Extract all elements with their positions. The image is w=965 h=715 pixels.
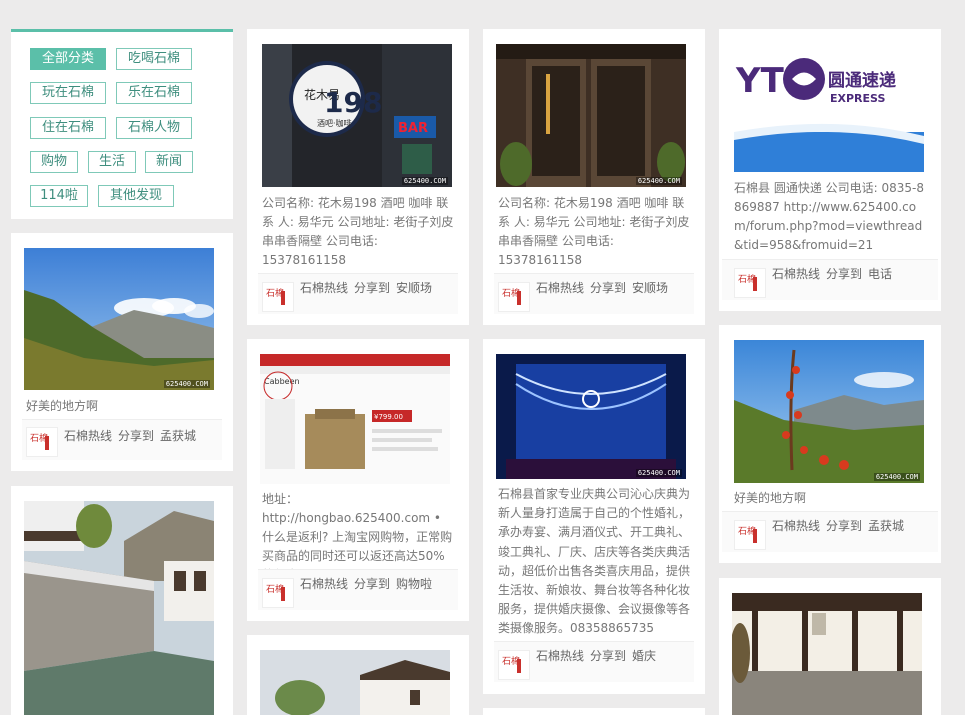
post-card[interactable]: 625400.COM 好美的地方啊 石棉 石棉热线 分享到 孟获城 bbox=[11, 233, 233, 471]
sign-number-text: 198 bbox=[324, 86, 382, 119]
poster-name[interactable]: 石棉热线 bbox=[300, 577, 348, 591]
poster-name[interactable]: 石棉热线 bbox=[536, 281, 584, 295]
post-photo[interactable]: 花木易 198 酒吧·咖啡 BAR 625400.COM bbox=[262, 44, 452, 187]
avatar[interactable]: 石棉 bbox=[498, 650, 530, 680]
post-meta: 石棉热线 分享到 购物啦 bbox=[300, 576, 438, 592]
post-footer: 石棉 石棉热线 分享到 购物啦 bbox=[258, 569, 458, 610]
post-photo[interactable] bbox=[260, 650, 450, 715]
post-photo[interactable]: 625400.COM bbox=[24, 248, 214, 390]
post-meta: 石棉热线 分享到 孟获城 bbox=[64, 428, 202, 444]
post-meta: 石棉热线 分享到 安顺场 bbox=[536, 280, 674, 296]
post-photo[interactable]: Cabbeen ¥799.00 bbox=[260, 354, 450, 484]
tag-all[interactable]: 全部分类 bbox=[30, 48, 106, 70]
watermark: 625400.COM bbox=[635, 469, 682, 477]
share-label: 分享到 bbox=[354, 281, 391, 295]
post-photo[interactable]: 625400.COM bbox=[496, 354, 686, 479]
post-footer: 石棉 石棉热线 分享到 孟获城 bbox=[722, 511, 938, 552]
shop-price-text: ¥799.00 bbox=[374, 413, 403, 421]
poster-name[interactable]: 石棉热线 bbox=[536, 649, 584, 663]
post-photo[interactable]: 625400.COM bbox=[734, 340, 924, 483]
post-meta: 石棉热线 分享到 婚庆 bbox=[536, 648, 662, 664]
share-target[interactable]: 婚庆 bbox=[632, 649, 656, 663]
share-target[interactable]: 安顺场 bbox=[396, 281, 432, 295]
post-card[interactable]: 625400.COM 石棉县首家专业庆典公司沁心庆典为新人量身打造属于自己的个性… bbox=[483, 339, 705, 694]
post-caption: 石棉县首家专业庆典公司沁心庆典为新人量身打造属于自己的个性婚礼，承办寿宴、满月酒… bbox=[498, 487, 691, 636]
poster-name[interactable]: 石棉热线 bbox=[300, 281, 348, 295]
post-caption: 公司名称: 花木易198 酒吧 咖啡 联系 人: 易华元 公司地址: 老街子刘皮… bbox=[262, 196, 454, 267]
tag-eat-drink[interactable]: 吃喝石棉 bbox=[116, 48, 192, 70]
tag-fun[interactable]: 乐在石棉 bbox=[116, 82, 192, 104]
watermark: 625400.COM bbox=[635, 177, 682, 185]
watermark: 625400.COM bbox=[401, 177, 448, 185]
share-label: 分享到 bbox=[590, 649, 627, 663]
post-photo[interactable]: 625400.COM bbox=[496, 44, 686, 187]
share-label: 分享到 bbox=[354, 577, 391, 591]
bar-sign-text: BAR bbox=[398, 121, 428, 136]
post-meta: 石棉热线 分享到 电话 bbox=[772, 266, 898, 282]
share-target[interactable]: 安顺场 bbox=[632, 281, 668, 295]
post-card[interactable] bbox=[719, 578, 941, 715]
share-target[interactable]: 孟获城 bbox=[160, 429, 196, 443]
post-photo[interactable] bbox=[24, 501, 214, 715]
post-footer: 石棉 石棉热线 分享到 电话 bbox=[722, 259, 938, 300]
tag-other[interactable]: 其他发现 bbox=[98, 185, 174, 207]
post-caption: 公司名称: 花木易198 酒吧 咖啡 联系 人: 易华元 公司地址: 老街子刘皮… bbox=[498, 196, 690, 267]
share-label: 分享到 bbox=[590, 281, 627, 295]
post-card[interactable]: Cabbeen ¥799.00 地址：http://hongbao.625400… bbox=[247, 339, 469, 621]
watermark: 625400.COM bbox=[873, 473, 920, 481]
shop-brand-text: Cabbeen bbox=[264, 377, 300, 386]
post-caption: 好美的地方啊 bbox=[26, 399, 99, 413]
share-label: 分享到 bbox=[826, 519, 863, 533]
share-target[interactable]: 孟获城 bbox=[868, 519, 904, 533]
post-card[interactable]: 625400.COM 好美的地方啊 石棉 石棉热线 分享到 孟获城 bbox=[719, 325, 941, 563]
watermark: 625400.COM bbox=[163, 380, 210, 388]
tag-shopping[interactable]: 购物 bbox=[30, 151, 78, 173]
logo-cn-text: 圆通速递 bbox=[828, 70, 896, 91]
poster-name[interactable]: 石棉热线 bbox=[772, 267, 820, 281]
sign-sub-text: 酒吧·咖啡 bbox=[317, 118, 352, 128]
tag-play[interactable]: 玩在石棉 bbox=[30, 82, 106, 104]
post-card[interactable]: YT 圆通速递 EXPRESS 石棉县 圆通快递 公司电话: 0835-8869… bbox=[719, 29, 941, 311]
logo-brand-text: YT bbox=[735, 61, 785, 101]
share-label: 分享到 bbox=[118, 429, 155, 443]
tag-stay[interactable]: 住在石棉 bbox=[30, 117, 106, 139]
post-photo[interactable] bbox=[732, 593, 922, 715]
avatar[interactable]: 石棉 bbox=[498, 282, 530, 312]
tag-news[interactable]: 新闻 bbox=[145, 151, 193, 173]
post-card[interactable] bbox=[11, 486, 233, 715]
post-card[interactable] bbox=[483, 708, 705, 715]
post-photo[interactable]: YT 圆通速递 EXPRESS bbox=[734, 44, 924, 172]
poster-name[interactable]: 石棉热线 bbox=[772, 519, 820, 533]
avatar[interactable]: 石棉 bbox=[262, 282, 294, 312]
share-label: 分享到 bbox=[826, 267, 863, 281]
post-caption: 好美的地方啊 bbox=[734, 491, 807, 505]
tag-114[interactable]: 114啦 bbox=[30, 185, 88, 207]
tag-life[interactable]: 生活 bbox=[88, 151, 136, 173]
post-footer: 石棉 石棉热线 分享到 安顺场 bbox=[258, 273, 458, 314]
post-footer: 石棉 石棉热线 分享到 安顺场 bbox=[494, 273, 694, 314]
post-footer: 石棉 石棉热线 分享到 孟获城 bbox=[22, 419, 222, 460]
post-footer: 石棉 石棉热线 分享到 婚庆 bbox=[494, 641, 694, 682]
avatar[interactable]: 石棉 bbox=[26, 427, 58, 457]
avatar[interactable]: 石棉 bbox=[262, 578, 294, 608]
post-caption: 石棉县 圆通快递 公司电话: 0835-8869887 http://www.6… bbox=[734, 181, 924, 252]
post-meta: 石棉热线 分享到 安顺场 bbox=[300, 280, 438, 296]
poster-name[interactable]: 石棉热线 bbox=[64, 429, 112, 443]
logo-en-text: EXPRESS bbox=[830, 92, 885, 105]
avatar[interactable]: 石棉 bbox=[734, 520, 766, 550]
post-card[interactable]: 625400.COM 公司名称: 花木易198 酒吧 咖啡 联系 人: 易华元 … bbox=[483, 29, 705, 325]
post-card[interactable]: 花木易 198 酒吧·咖啡 BAR 625400.COM 公司名称: 花木易19… bbox=[247, 29, 469, 325]
post-card[interactable] bbox=[247, 635, 469, 715]
share-target[interactable]: 电话 bbox=[868, 267, 892, 281]
category-tags-panel: 全部分类 吃喝石棉 玩在石棉 乐在石棉 住在石棉 石棉人物 购物 生活 新闻 1… bbox=[11, 29, 233, 219]
share-target[interactable]: 购物啦 bbox=[396, 577, 432, 591]
avatar[interactable]: 石棉 bbox=[734, 268, 766, 298]
tag-people[interactable]: 石棉人物 bbox=[116, 117, 192, 139]
post-meta: 石棉热线 分享到 孟获城 bbox=[772, 518, 910, 534]
